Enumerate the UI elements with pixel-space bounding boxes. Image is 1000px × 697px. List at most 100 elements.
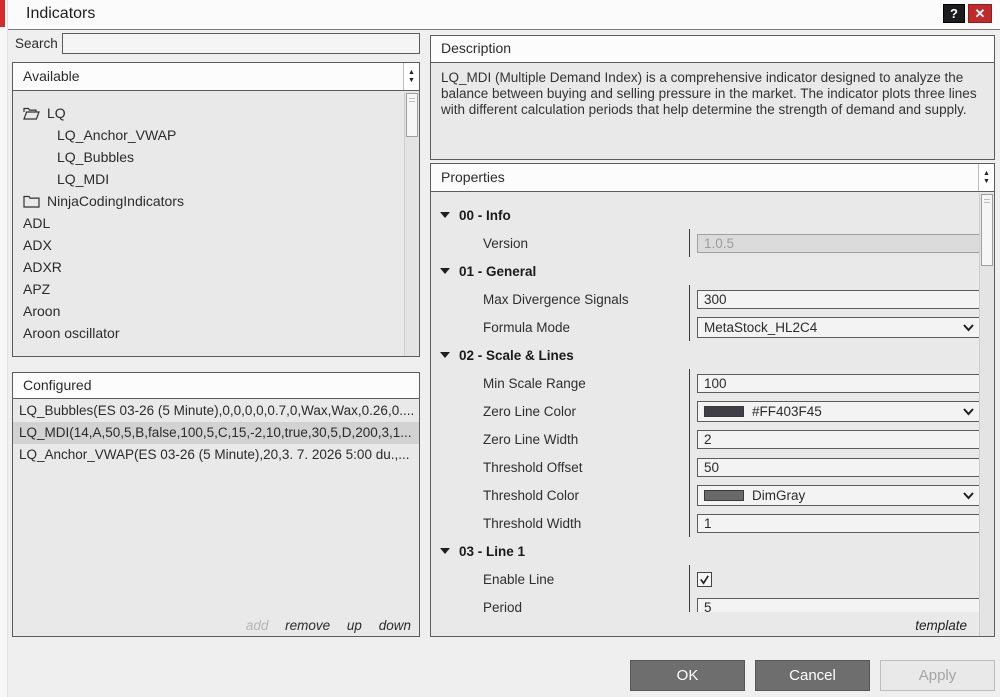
close-icon: ✕ xyxy=(975,6,986,21)
list-item-label: ADXR xyxy=(23,256,62,278)
list-item[interactable]: LQ_Bubbles xyxy=(13,146,404,168)
apply-button: Apply xyxy=(880,660,995,691)
list-item-label: LQ_Anchor_VWAP xyxy=(57,124,176,146)
configured-header: Configured xyxy=(13,373,419,399)
zero-line-width-input[interactable] xyxy=(697,430,979,449)
property-label: Version xyxy=(431,236,689,251)
help-button[interactable]: ? xyxy=(943,4,965,23)
description-header: Description xyxy=(431,36,994,63)
collapse-arrow-icon xyxy=(440,548,450,554)
folder-open-icon xyxy=(23,107,40,120)
properties-scroll-spinner[interactable]: ▲ ▼ xyxy=(978,164,994,191)
search-input[interactable] xyxy=(62,33,420,54)
configured-panel: Configured LQ_Bubbles(ES 03-26 (5 Minute… xyxy=(12,372,420,637)
list-item[interactable]: ADL xyxy=(13,212,404,234)
property-row-period: Period xyxy=(431,593,979,612)
property-row-formula-mode: Formula Mode MetaStock_HL2C4 xyxy=(431,313,979,341)
remove-link[interactable]: remove xyxy=(285,618,330,633)
list-item[interactable]: APZ xyxy=(13,278,404,300)
available-scrollbar-thumb[interactable] xyxy=(406,93,418,137)
property-row-zero-line-width: Zero Line Width xyxy=(431,425,979,453)
list-item-label: LQ_MDI xyxy=(57,168,109,190)
property-label: Period xyxy=(431,600,689,613)
property-label: Zero Line Width xyxy=(431,432,689,447)
available-list: LQ LQ_Anchor_VWAP LQ_Bubbles LQ_MDI Ninj… xyxy=(13,92,404,356)
property-row-threshold-color: Threshold Color DimGray xyxy=(431,481,979,509)
select-value: #FF403F45 xyxy=(752,404,822,419)
group-label: 01 - General xyxy=(459,264,536,279)
threshold-width-input[interactable] xyxy=(697,514,979,533)
spin-down-icon: ▼ xyxy=(983,178,990,186)
property-group-scale-lines[interactable]: 02 - Scale & Lines xyxy=(431,341,979,369)
cancel-button[interactable]: Cancel xyxy=(755,660,870,691)
spin-up-icon: ▲ xyxy=(983,170,990,178)
property-row-zero-line-color: Zero Line Color #FF403F45 xyxy=(431,397,979,425)
list-item[interactable]: ADXR xyxy=(13,256,404,278)
list-item[interactable]: Aroon oscillator xyxy=(13,322,404,344)
property-label: Max Divergence Signals xyxy=(431,292,689,307)
group-label: 02 - Scale & Lines xyxy=(459,348,574,363)
up-link[interactable]: up xyxy=(347,618,362,633)
down-link[interactable]: down xyxy=(379,618,411,633)
property-group-general[interactable]: 01 - General xyxy=(431,257,979,285)
properties-grid: 00 - Info Version 01 - General Max Diver… xyxy=(431,193,979,612)
list-item-label: APZ xyxy=(23,278,50,300)
configured-item-selected[interactable]: LQ_MDI(14,A,50,5,B,false,100,5,C,15,-2,1… xyxy=(13,422,419,444)
property-row-min-scale: Min Scale Range xyxy=(431,369,979,397)
configured-item[interactable]: LQ_Bubbles(ES 03-26 (5 Minute),0,0,0,0,0… xyxy=(13,400,419,422)
window-accent-bar xyxy=(0,0,5,27)
list-item-folder[interactable]: NinjaCodingIndicators xyxy=(13,190,404,212)
configured-item[interactable]: LQ_Anchor_VWAP(ES 03-26 (5 Minute),20,3.… xyxy=(13,444,419,466)
property-label: Formula Mode xyxy=(431,320,689,335)
properties-panel: Properties ▲ ▼ 00 - Info Version 01 - Ge… xyxy=(430,163,995,637)
list-item-label: LQ_Bubbles xyxy=(57,146,134,168)
threshold-color-select[interactable]: DimGray xyxy=(697,485,979,506)
list-item-label: NinjaCodingIndicators xyxy=(47,190,184,212)
add-link[interactable]: add xyxy=(246,618,269,633)
group-label: 00 - Info xyxy=(459,208,511,223)
description-panel: Description LQ_MDI (Multiple Demand Inde… xyxy=(430,35,995,160)
configured-header-label: Configured xyxy=(23,377,92,393)
property-label: Min Scale Range xyxy=(431,376,689,391)
template-link[interactable]: template xyxy=(915,618,967,633)
list-item[interactable]: LQ_Anchor_VWAP xyxy=(13,124,404,146)
property-row-threshold-offset: Threshold Offset xyxy=(431,453,979,481)
description-header-label: Description xyxy=(441,40,511,56)
list-item-label: ADL xyxy=(23,212,50,234)
configured-item-label: LQ_MDI(14,A,50,5,B,false,100,5,C,15,-2,1… xyxy=(19,425,411,440)
configured-list: LQ_Bubbles(ES 03-26 (5 Minute),0,0,0,0,0… xyxy=(13,400,419,466)
ok-button[interactable]: OK xyxy=(630,660,745,691)
period-input[interactable] xyxy=(697,598,979,613)
property-row-enable-line: Enable Line xyxy=(431,565,979,593)
indicators-dialog: Indicators ? ✕ Search Available ▲ ▼ LQ L… xyxy=(0,0,1000,697)
properties-scrollbar[interactable] xyxy=(979,193,994,636)
threshold-offset-input[interactable] xyxy=(697,458,979,477)
chevron-down-icon xyxy=(963,492,974,500)
enable-line-checkbox[interactable] xyxy=(697,572,712,587)
property-group-line-1[interactable]: 03 - Line 1 xyxy=(431,537,979,565)
color-swatch xyxy=(704,490,744,501)
properties-header: Properties ▲ ▼ xyxy=(431,164,994,192)
property-group-info[interactable]: 00 - Info xyxy=(431,201,979,229)
properties-scrollbar-thumb[interactable] xyxy=(981,194,993,266)
list-item-folder[interactable]: LQ xyxy=(13,102,404,124)
spin-up-icon: ▲ xyxy=(408,69,415,77)
search-label: Search xyxy=(15,36,58,51)
collapse-arrow-icon xyxy=(440,352,450,358)
select-value: MetaStock_HL2C4 xyxy=(704,320,817,335)
list-item[interactable]: LQ_MDI xyxy=(13,168,404,190)
available-scrollbar[interactable] xyxy=(404,92,419,356)
help-icon: ? xyxy=(950,6,958,21)
spin-down-icon: ▼ xyxy=(408,77,415,85)
formula-mode-select[interactable]: MetaStock_HL2C4 xyxy=(697,317,979,338)
list-item[interactable]: ADX xyxy=(13,234,404,256)
max-divergence-signals-input[interactable] xyxy=(697,290,979,309)
close-button[interactable]: ✕ xyxy=(968,4,992,23)
property-label: Threshold Color xyxy=(431,488,689,503)
collapse-arrow-icon xyxy=(440,268,450,274)
available-scroll-spinner[interactable]: ▲ ▼ xyxy=(403,63,419,90)
list-item[interactable]: Aroon xyxy=(13,300,404,322)
chevron-down-icon xyxy=(963,408,974,416)
zero-line-color-select[interactable]: #FF403F45 xyxy=(697,401,979,422)
min-scale-range-input[interactable] xyxy=(697,374,979,393)
